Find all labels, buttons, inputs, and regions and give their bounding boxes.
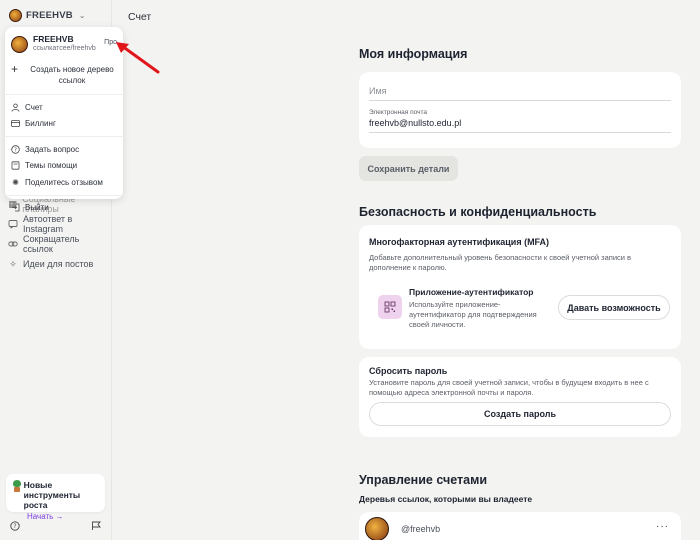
- accounts-heading: Управление счетами: [359, 473, 488, 487]
- menu-item-ask-question[interactable]: ? Задать вопрос: [5, 141, 123, 158]
- sparkle-icon: ✧: [9, 258, 17, 269]
- create-password-button[interactable]: Создать пароль: [369, 402, 671, 426]
- account-name: FREEHVB: [26, 10, 73, 21]
- dropdown-group-logout: Выйти: [5, 196, 123, 221]
- menu-item-label: Темы помощи: [25, 161, 78, 171]
- chat-icon: [8, 219, 18, 229]
- authenticator-title: Приложение-аутентификатор: [409, 287, 534, 297]
- security-heading: Безопасность и конфиденциальность: [359, 205, 597, 219]
- dropdown-profile[interactable]: FREEHVB ссылкатсее/freehvb Про: [5, 31, 123, 57]
- mfa-description: Добавьте дополнительный уровень безопасн…: [369, 253, 632, 272]
- page-title: Счет: [128, 11, 152, 23]
- mfa-card: Многофакторная аутентификация (MFA) Доба…: [359, 225, 681, 349]
- sidebar-item-link-shortener[interactable]: Сокращатель ссылок: [8, 234, 108, 254]
- save-details-button[interactable]: Сохранить детали: [359, 156, 458, 181]
- sidebar-item-label: Идеи для постов: [23, 259, 94, 269]
- menu-item-feedback[interactable]: ✺ Поделитесь отзывом: [5, 174, 123, 191]
- reset-password-card: Сбросить пароль Установите пароль для св…: [359, 357, 681, 437]
- dropdown-group-account: Счет Биллинг: [5, 95, 123, 137]
- book-icon: [11, 161, 20, 170]
- chevron-down-icon: ⌄: [78, 11, 86, 20]
- lightbulb-icon: ✺: [12, 177, 19, 187]
- help-icon[interactable]: ?: [10, 521, 20, 534]
- flag-icon[interactable]: [91, 521, 102, 534]
- linktree-row[interactable]: @freehvb ···: [359, 512, 681, 540]
- enable-mfa-button[interactable]: Давать возможность: [558, 295, 670, 320]
- avatar: [365, 517, 389, 540]
- menu-item-label: Счет: [25, 102, 43, 112]
- create-linktree-label: Создать новое дерево ссылок: [30, 65, 114, 85]
- menu-item-label: Биллинг: [25, 119, 56, 129]
- link-icon: [8, 239, 18, 249]
- menu-item-account[interactable]: Счет: [5, 99, 123, 116]
- mfa-title: Многофакторная аутентификация (MFA): [369, 237, 550, 247]
- accounts-subtitle: Деревья ссылок, которыми вы владеете: [359, 494, 533, 504]
- plant-icon: [12, 480, 21, 492]
- account-dropdown: FREEHVB ссылкатсее/freehvb Про + Создать…: [5, 27, 123, 212]
- promo-title: Новые инструменты роста: [23, 480, 81, 510]
- growth-tools-promo[interactable]: Новые инструменты роста Начать →: [6, 474, 105, 521]
- promo-start-link[interactable]: Начать →: [27, 512, 99, 521]
- sidebar-item-post-ideas[interactable]: ✧ Идеи для постов: [8, 254, 108, 274]
- menu-item-billing[interactable]: Биллинг: [5, 116, 123, 133]
- avatar: [9, 9, 22, 22]
- logout-icon: [11, 203, 20, 212]
- annotation-arrow-icon: [116, 42, 160, 74]
- reset-password-title: Сбросить пароль: [369, 366, 448, 376]
- name-placeholder: Имя: [369, 86, 387, 96]
- linktree-handle: @freehvb: [401, 524, 441, 534]
- email-label: Электронная почта: [369, 109, 428, 116]
- reset-password-description: Установите пароль для своей учетной запи…: [369, 378, 649, 397]
- account-switcher[interactable]: FREEHVB ⌄: [9, 9, 86, 22]
- avatar: [11, 36, 28, 53]
- email-value: freehvb@nullsto.edu.pl: [369, 118, 462, 128]
- menu-item-label: Задать вопрос: [25, 144, 80, 154]
- plus-icon: +: [11, 62, 19, 76]
- menu-item-help-topics[interactable]: Темы помощи: [5, 158, 123, 175]
- menu-item-label: Выйти: [25, 203, 49, 213]
- card-icon: [11, 119, 20, 128]
- more-options-icon[interactable]: ···: [656, 521, 669, 532]
- menu-item-label: Поделитесь отзывом: [25, 177, 103, 187]
- dropdown-group-help: ? Задать вопрос Темы помощи ✺ Поделитесь…: [5, 137, 123, 196]
- authenticator-icon: [378, 295, 402, 319]
- menu-item-logout[interactable]: Выйти: [5, 200, 123, 217]
- profile-name: FREEHVB: [33, 34, 74, 44]
- user-icon: [11, 103, 20, 112]
- sidebar-footer: ?: [10, 521, 102, 534]
- authenticator-description: Используйте приложение-аутентификатор дл…: [409, 300, 537, 329]
- svg-text:?: ?: [13, 523, 16, 530]
- email-field[interactable]: Электронная почта freehvb@nullsto.edu.pl: [369, 109, 671, 133]
- question-icon: ?: [11, 145, 20, 154]
- profile-link: ссылкатсее/freehvb: [33, 45, 96, 52]
- name-field[interactable]: Имя: [369, 86, 671, 101]
- my-info-card: Имя Электронная почта freehvb@nullsto.ed…: [359, 72, 681, 148]
- sidebar-item-label: Сокращатель ссылок: [23, 234, 80, 254]
- create-linktree-button[interactable]: + Создать новое дерево ссылок: [5, 57, 123, 95]
- my-info-heading: Моя информация: [359, 47, 468, 61]
- svg-text:?: ?: [14, 147, 17, 153]
